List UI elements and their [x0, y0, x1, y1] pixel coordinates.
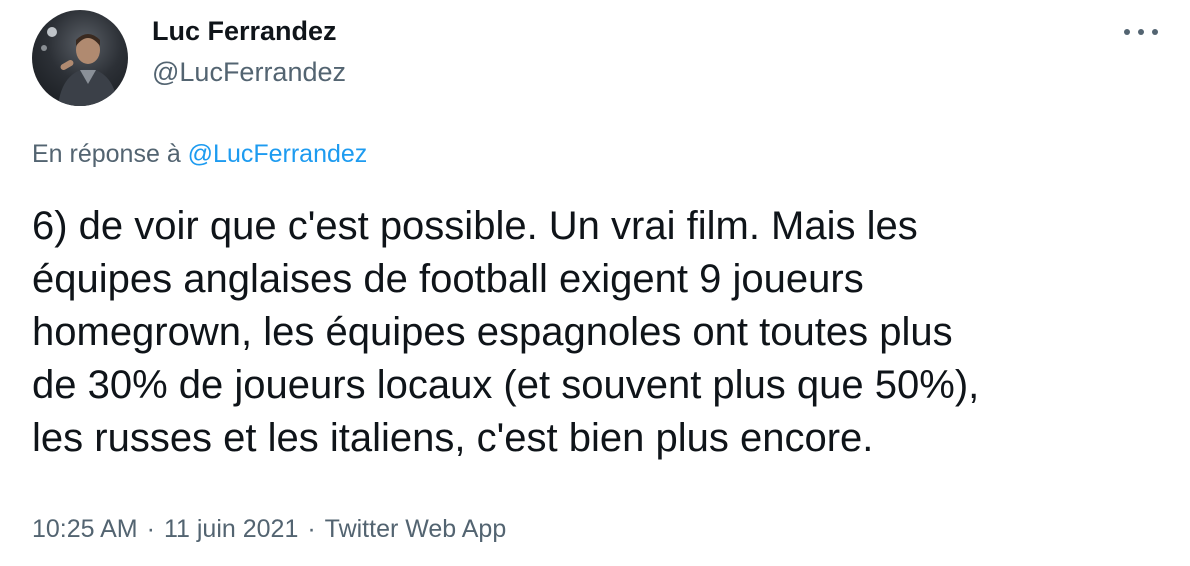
meta-separator: · — [307, 515, 316, 543]
author-handle[interactable]: @LucFerrandez — [152, 55, 346, 89]
reply-handle-link[interactable]: @LucFerrandez — [188, 140, 368, 168]
tweet-date[interactable]: 11 juin 2021 — [164, 515, 298, 543]
more-options-icon[interactable] — [1124, 22, 1158, 42]
author-display-name[interactable]: Luc Ferrandez — [152, 14, 346, 48]
profile-photo-icon — [41, 27, 118, 106]
tweet-text-line: homegrown, les équipes espagnoles ont to… — [32, 310, 953, 354]
tweet-source[interactable]: Twitter Web App — [325, 515, 507, 543]
meta-separator: · — [146, 515, 155, 543]
more-dot — [1124, 29, 1130, 35]
avatar[interactable] — [32, 10, 128, 106]
more-dot — [1138, 29, 1144, 35]
tweet-text-line: les russes et les italiens, c'est bien p… — [32, 416, 874, 460]
tweet-text-line: de 30% de joueurs locaux (et souvent plu… — [32, 363, 980, 407]
reply-context: En réponse à @LucFerrandez — [32, 138, 367, 170]
tweet-time[interactable]: 10:25 AM — [32, 515, 138, 543]
tweet-text-line: 6) de voir que c'est possible. Un vrai f… — [32, 204, 918, 248]
reply-prefix: En réponse à — [32, 140, 181, 168]
tweet-text-line: équipes anglaises de football exigent 9 … — [32, 257, 864, 301]
tweet-text: 6) de voir que c'est possible. Un vrai f… — [32, 200, 1172, 465]
author-block: Luc Ferrandez @LucFerrandez — [152, 14, 346, 89]
tweet-card: Luc Ferrandez @LucFerrandez En réponse à… — [0, 0, 1190, 566]
more-dot — [1152, 29, 1158, 35]
tweet-meta: 10:25 AM · 11 juin 2021 · Twitter Web App — [32, 513, 506, 545]
